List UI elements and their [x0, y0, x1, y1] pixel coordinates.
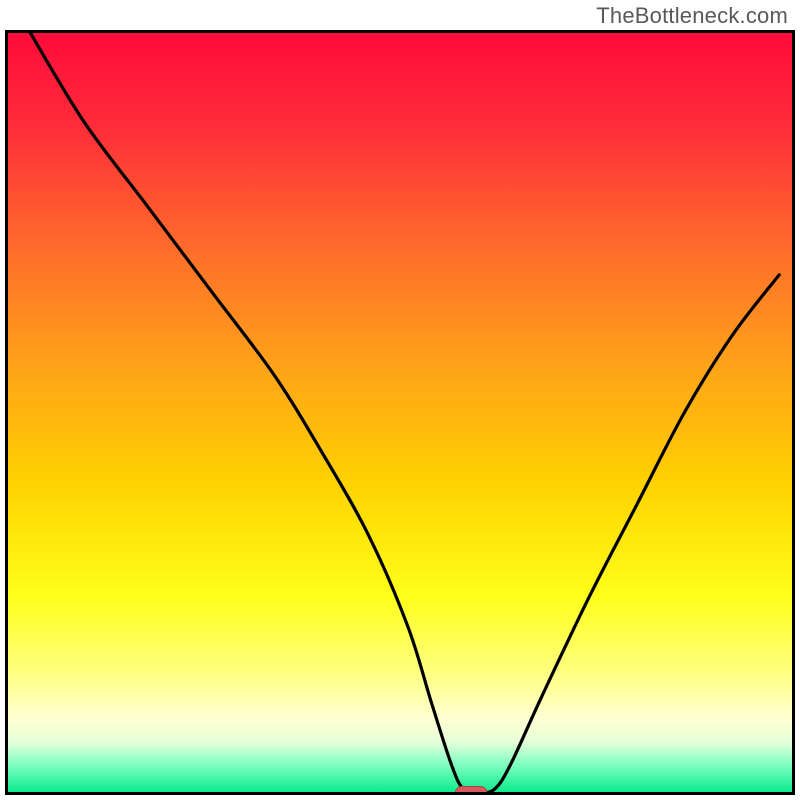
watermark-text: TheBottleneck.com — [596, 3, 788, 29]
bottleneck-plot — [5, 30, 795, 795]
gradient-background — [5, 30, 795, 795]
chart-frame: TheBottleneck.com — [0, 0, 800, 800]
plot-svg — [5, 30, 795, 795]
